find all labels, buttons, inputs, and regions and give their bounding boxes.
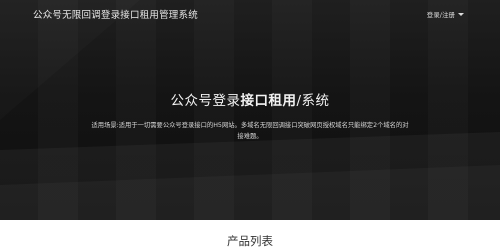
hero-banner: 公众号无限回调登录接口租用管理系统 登录/注册 公众号登录接口租用/系统 适用场… — [0, 0, 500, 220]
site-brand[interactable]: 公众号无限回调登录接口租用管理系统 — [33, 7, 198, 21]
hero-title: 公众号登录接口租用/系统 — [0, 89, 500, 109]
login-register-label: 登录/注册 — [426, 11, 455, 19]
hero-title-part2: 接口租用 — [240, 93, 297, 109]
hero-diagonal-shade — [0, 132, 500, 220]
caret-down-icon — [458, 13, 464, 16]
products-section-title: 产品列表 — [227, 234, 273, 248]
hero-description: 适用场景:适用于一切需要公众号登录接口的H5网站。多域名无限回调接口突破网页授权… — [91, 122, 409, 140]
hero-title-part1: 公众号登录 — [170, 93, 241, 109]
login-register-dropdown[interactable]: 登录/注册 — [427, 9, 464, 19]
top-navbar: 公众号无限回调登录接口租用管理系统 登录/注册 — [0, 0, 500, 28]
hero-title-part3: /系统 — [296, 93, 330, 109]
